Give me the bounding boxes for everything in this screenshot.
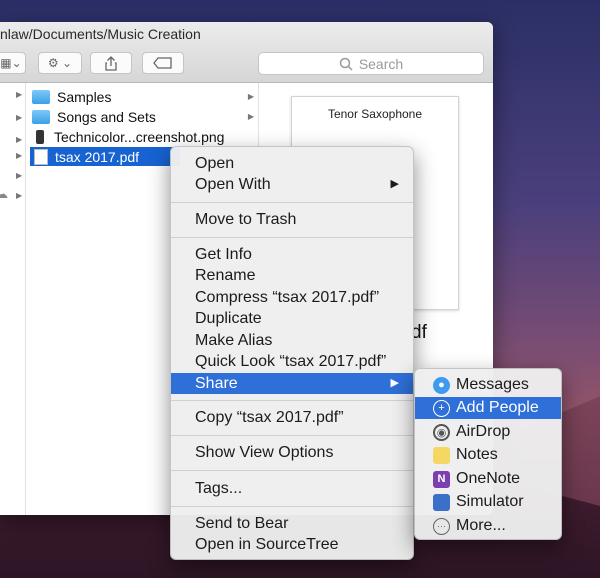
file-name: Songs and Sets <box>57 108 156 125</box>
add-people-icon: + <box>433 399 450 417</box>
preview-title: Tenor Saxophone <box>327 107 423 121</box>
menu-item-label: Share <box>195 375 238 392</box>
menu-item-open-with[interactable]: Open With ▶ <box>171 174 413 195</box>
grid-view-icon: ▦⌄ <box>0 56 22 70</box>
share-item-label: Simulator <box>456 493 524 510</box>
share-item-messages[interactable]: ● Messages <box>415 374 561 396</box>
share-item-label: Notes <box>456 446 498 463</box>
menu-item-duplicate[interactable]: Duplicate <box>171 308 413 329</box>
share-item-label: More... <box>456 517 506 534</box>
share-submenu: ● Messages + Add People ◉ AirDrop Notes … <box>414 368 562 540</box>
tag-button[interactable] <box>142 52 184 74</box>
action-button[interactable]: ⚙ ⌄ <box>38 52 82 74</box>
share-item-label: OneNote <box>456 470 521 487</box>
menu-item-open-in-sourcetree[interactable]: Open in SourceTree <box>171 534 413 555</box>
file-name: Technicolor...creenshot.png <box>54 128 225 145</box>
context-menu: Open Open With ▶ Move to Trash Get Info … <box>170 146 414 560</box>
file-name: tsax 2017.pdf <box>55 148 140 165</box>
search-placeholder: Search <box>358 55 404 72</box>
window-title: nlaw/Documents/Music Creation <box>0 26 201 42</box>
notes-icon <box>433 446 450 464</box>
menu-item-copy[interactable]: Copy “tsax 2017.pdf” <box>171 407 413 428</box>
phone-screenshot-icon <box>36 129 44 144</box>
gear-icon: ⚙ ⌄ <box>47 56 73 70</box>
airdrop-icon: ◉ <box>433 423 450 441</box>
menu-item-open[interactable]: Open <box>171 153 413 174</box>
share-item-onenote[interactable]: N OneNote <box>415 468 561 490</box>
submenu-arrow-icon: ▶ <box>390 178 399 190</box>
chevron-right-icon: ▶ <box>16 113 23 122</box>
share-item-simulator[interactable]: Simulator <box>415 491 561 513</box>
messages-icon: ● <box>433 376 450 394</box>
tag-icon <box>153 57 172 69</box>
share-item-add-people[interactable]: + Add People <box>415 397 561 419</box>
cloud-icon: ☁ <box>0 187 8 201</box>
parent-column[interactable]: ▶ ▶ ▶ ▶ ▶ ▶ ☁ <box>0 83 26 515</box>
divider <box>171 202 413 203</box>
more-icon: ··· <box>433 517 450 535</box>
toolbar: nlaw/Documents/Music Creation ▦⌄ ⚙ ⌄ Sea… <box>0 22 493 83</box>
share-item-notes[interactable]: Notes <box>415 444 561 466</box>
menu-item-share[interactable]: Share ▶ <box>171 373 413 394</box>
chevron-right-icon: ▶ <box>16 90 23 99</box>
menu-item-compress[interactable]: Compress “tsax 2017.pdf” <box>171 287 413 308</box>
share-item-more[interactable]: ··· More... <box>415 515 561 537</box>
chevron-right-icon: ▶ <box>247 92 254 101</box>
list-item[interactable]: Samples ▶ <box>32 87 256 106</box>
search-icon <box>339 57 353 71</box>
pdf-icon <box>34 148 48 165</box>
chevron-right-icon: ▶ <box>16 171 23 180</box>
list-item[interactable]: Technicolor...creenshot.png <box>32 127 256 146</box>
folder-icon <box>32 109 50 124</box>
menu-item-send-to-bear[interactable]: Send to Bear <box>171 513 413 534</box>
menu-item-show-view-options[interactable]: Show View Options <box>171 442 413 463</box>
chevron-right-icon: ▶ <box>247 112 254 121</box>
onenote-icon: N <box>433 470 450 488</box>
menu-item-make-alias[interactable]: Make Alias <box>171 330 413 351</box>
chevron-right-icon: ▶ <box>16 135 23 144</box>
divider <box>171 400 413 401</box>
share-button[interactable] <box>90 52 132 74</box>
divider <box>171 435 413 436</box>
divider <box>171 506 413 507</box>
menu-item-quick-look[interactable]: Quick Look “tsax 2017.pdf” <box>171 351 413 372</box>
file-name: Samples <box>57 88 112 105</box>
divider <box>171 470 413 471</box>
menu-item-tags[interactable]: Tags... <box>171 478 413 499</box>
list-item[interactable]: Songs and Sets ▶ <box>32 107 256 126</box>
share-icon <box>105 55 117 71</box>
share-item-airdrop[interactable]: ◉ AirDrop <box>415 421 561 443</box>
menu-item-get-info[interactable]: Get Info <box>171 244 413 265</box>
view-options-button[interactable]: ▦⌄ <box>0 52 26 74</box>
list-item-selected[interactable]: tsax 2017.pdf <box>30 147 180 166</box>
folder-icon <box>32 89 50 104</box>
menu-item-move-to-trash[interactable]: Move to Trash <box>171 209 413 230</box>
share-item-label: Messages <box>456 376 529 393</box>
share-item-label: Add People <box>456 399 539 416</box>
share-item-label: AirDrop <box>456 423 511 440</box>
simulator-icon <box>433 493 450 511</box>
chevron-right-icon: ▶ <box>16 151 23 160</box>
menu-item-rename[interactable]: Rename <box>171 265 413 286</box>
submenu-arrow-icon: ▶ <box>390 377 399 389</box>
search-field[interactable]: Search <box>258 52 484 75</box>
chevron-right-icon: ▶ <box>16 191 23 200</box>
divider <box>171 237 413 238</box>
menu-item-label: Open With <box>195 176 271 193</box>
